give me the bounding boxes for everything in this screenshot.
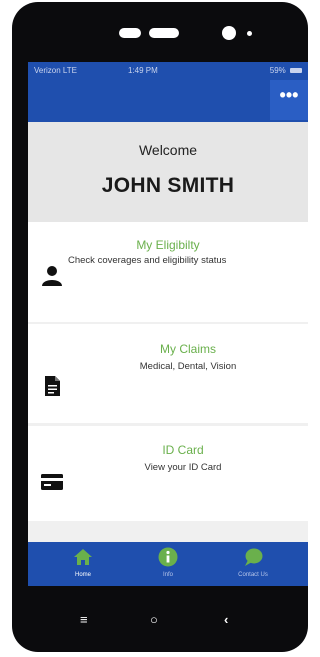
card-title: ID Card [162,443,204,457]
app-screen: Verizon LTE 1:49 PM 59% ••• Welcome JOHN… [28,62,308,586]
app-header: Verizon LTE 1:49 PM 59% ••• [28,62,308,122]
id-card-card[interactable]: ID Card View your ID Card [28,426,308,521]
proximity-sensor [247,31,252,36]
welcome-label: Welcome [138,142,198,158]
nav-home[interactable]: Home [43,542,123,586]
nav-info-label: Info [162,572,173,578]
status-carrier: Verizon LTE [34,66,77,75]
status-battery: 59% [270,66,302,75]
earpiece-speaker-2 [149,28,179,38]
status-bar: Verizon LTE 1:49 PM 59% [28,66,308,80]
hardware-back-button[interactable]: ‹ [224,612,228,627]
claims-card[interactable]: My Claims Medical, Dental, Vision [28,324,308,423]
earpiece-speaker [119,28,141,38]
bottom-navigation: Home Info Contact Us [28,542,308,586]
phone-top-sensors [12,24,308,44]
card-subtitle: View your ID Card [144,462,222,473]
front-camera-icon [222,26,236,40]
nav-info[interactable]: Info [128,542,208,586]
document-icon [45,376,60,396]
status-time: 1:49 PM [128,66,158,75]
battery-percent: 59% [269,66,286,75]
card-subtitle: Medical, Dental, Vision [139,361,237,372]
person-icon [42,266,62,286]
battery-icon [290,68,302,74]
nav-contact-us[interactable]: Contact Us [213,542,293,586]
more-menu-button[interactable]: ••• [270,80,308,120]
nav-contact-label: Contact Us [238,572,268,578]
card-subtitle: Check coverages and eligibility status [68,255,227,266]
id-card-icon [41,474,63,490]
home-icon [74,549,92,565]
user-name: JOHN SMITH [101,174,235,197]
eligibility-card[interactable]: My Eligibilty Check coverages and eligib… [28,222,308,322]
welcome-banner: Welcome JOHN SMITH [28,122,308,222]
card-title: My Claims [160,342,216,356]
hardware-home-button[interactable]: ○ [150,612,158,627]
chat-icon [245,548,263,566]
hardware-menu-button[interactable]: ≡ [80,612,88,627]
card-title: My Eligibilty [136,238,200,252]
nav-home-label: Home [74,572,91,578]
info-icon [158,547,178,567]
